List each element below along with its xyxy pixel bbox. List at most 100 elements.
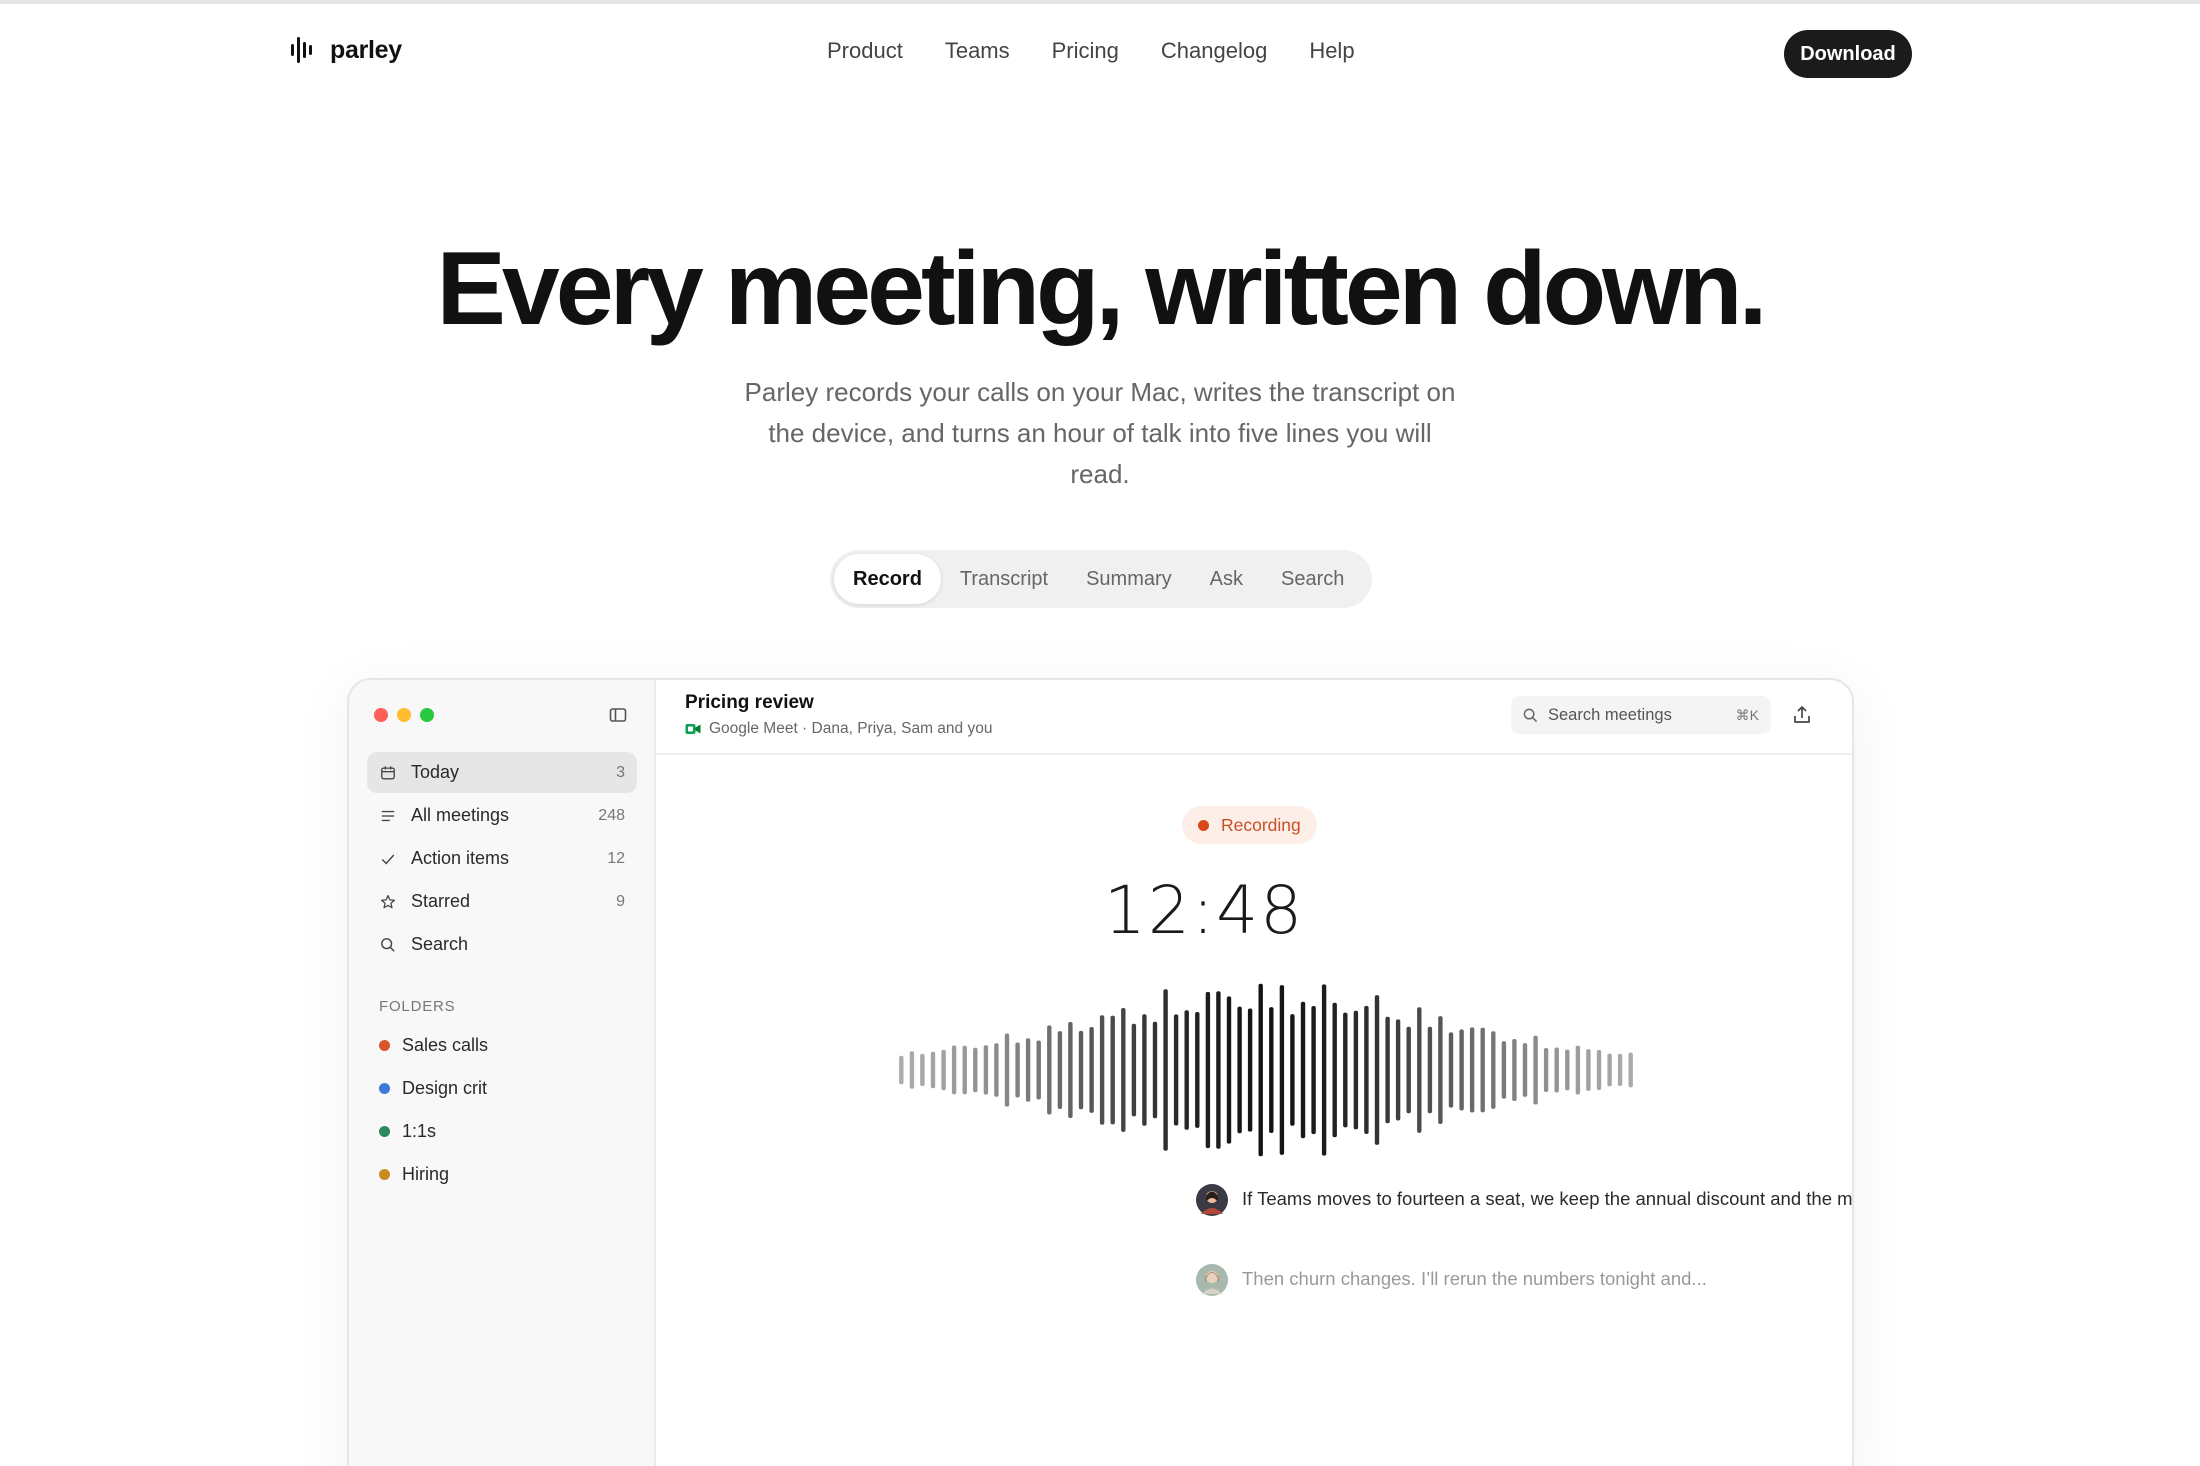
tab-ask[interactable]: Ask bbox=[1191, 554, 1262, 604]
star-icon bbox=[379, 893, 397, 911]
search-input[interactable]: Search meetings ⌘K bbox=[1511, 696, 1771, 734]
sidebar-item-search[interactable]: Search bbox=[367, 924, 637, 965]
waveform-bar bbox=[1628, 1052, 1633, 1088]
folder-list: Sales calls Design crit 1:1s Hiring bbox=[367, 1024, 637, 1196]
sidebar-item-action-items[interactable]: Action items 12 bbox=[367, 838, 637, 879]
sidebar-item-count: 3 bbox=[616, 763, 625, 781]
transcript-line: If Teams moves to fourteen a seat, we ke… bbox=[1196, 1184, 1853, 1216]
tab-record[interactable]: Record bbox=[834, 554, 941, 604]
sidebar: Today 3 All meetings 248 Action items 12 bbox=[349, 680, 656, 1466]
sidebar-item-count: 248 bbox=[598, 806, 625, 824]
google-meet-icon bbox=[685, 724, 701, 734]
main-panel: Pricing review Google Meet · Dana, Priya… bbox=[656, 680, 1852, 1466]
nav-teams[interactable]: Teams bbox=[945, 38, 1010, 64]
logo[interactable]: parley bbox=[290, 34, 402, 66]
waveform-bar bbox=[1099, 1015, 1105, 1125]
folder-color-dot bbox=[379, 1083, 390, 1094]
waveform-bar bbox=[1110, 1015, 1115, 1125]
waveform-bar bbox=[1417, 1007, 1422, 1133]
tab-summary[interactable]: Summary bbox=[1067, 554, 1191, 604]
nav-product[interactable]: Product bbox=[827, 38, 903, 64]
minimize-dot[interactable] bbox=[397, 708, 411, 722]
waveform-bar bbox=[1247, 1008, 1253, 1132]
waveform-bar bbox=[1025, 1038, 1031, 1102]
download-button[interactable]: Download bbox=[1784, 30, 1912, 78]
sidebar-list: Today 3 All meetings 248 Action items 12 bbox=[367, 752, 637, 967]
folder-label: Sales calls bbox=[402, 1035, 489, 1055]
folder-hiring[interactable]: Hiring bbox=[367, 1153, 637, 1196]
waveform-bar bbox=[962, 1045, 967, 1095]
transcript-text: If Teams moves to fourteen a seat, we ke… bbox=[1242, 1188, 1853, 1209]
waveform-bar bbox=[1195, 1012, 1200, 1128]
meeting-participants: Google Meet · Dana, Priya, Sam and you bbox=[709, 720, 993, 737]
folder-label: Hiring bbox=[402, 1164, 450, 1184]
waveform-bar bbox=[1142, 1014, 1147, 1126]
sidebar-item-starred[interactable]: Starred 9 bbox=[367, 881, 637, 922]
close-dot[interactable] bbox=[374, 708, 388, 722]
list-icon bbox=[379, 807, 397, 825]
waveform-bar bbox=[1258, 983, 1263, 1157]
check-icon bbox=[379, 850, 397, 868]
sidebar-item-label: Search bbox=[411, 934, 469, 954]
nav-changelog[interactable]: Changelog bbox=[1161, 38, 1267, 64]
waveform-bar bbox=[1374, 995, 1380, 1145]
waveform-bar bbox=[1163, 989, 1168, 1151]
audio-waveform bbox=[899, 983, 1633, 1157]
app-window: Today 3 All meetings 248 Action items 12 bbox=[347, 678, 1854, 1466]
waveform-bar bbox=[920, 1053, 925, 1086]
transcript-text: Then churn changes. I’ll rerun the numbe… bbox=[1242, 1268, 1707, 1289]
feature-tabs: Record Transcript Summary Ask Search bbox=[830, 550, 1372, 608]
recording-dot-icon bbox=[1198, 819, 1209, 831]
meeting-title: Pricing review bbox=[685, 692, 814, 713]
transcript-line: Then churn changes. I’ll rerun the numbe… bbox=[1196, 1264, 1852, 1296]
folder-sales-calls[interactable]: Sales calls bbox=[367, 1024, 637, 1067]
top-nav: parley Product Teams Pricing Changelog H… bbox=[0, 4, 2200, 104]
waveform-bar bbox=[1565, 1049, 1570, 1091]
waveform-bar bbox=[1068, 1022, 1073, 1118]
folder-1-1s[interactable]: 1:1s bbox=[367, 1110, 637, 1153]
waveform-bar bbox=[1554, 1047, 1559, 1093]
waveform-bar bbox=[1321, 984, 1327, 1156]
meeting-header: Pricing review Google Meet · Dana, Priya… bbox=[656, 680, 1852, 755]
nav-pricing[interactable]: Pricing bbox=[1052, 38, 1119, 64]
waveform-bar bbox=[983, 1045, 989, 1095]
waveform-bar bbox=[1269, 1007, 1274, 1133]
waveform-bar bbox=[1617, 1053, 1623, 1086]
share-icon[interactable] bbox=[1791, 704, 1813, 726]
hero-title: Every meeting, written down. bbox=[436, 231, 1768, 347]
avatar bbox=[1196, 1264, 1228, 1296]
zoom-dot[interactable] bbox=[420, 708, 434, 722]
recording-label: Recording bbox=[1221, 814, 1301, 835]
folder-color-dot bbox=[379, 1126, 390, 1137]
waveform-bar bbox=[1311, 1006, 1316, 1135]
waveform-bar bbox=[1332, 1002, 1337, 1138]
waveform-bar bbox=[1036, 1040, 1041, 1100]
waveform-bar bbox=[1205, 991, 1211, 1149]
sidebar-item-count: 12 bbox=[607, 849, 625, 867]
waveform-bar bbox=[1406, 1026, 1411, 1114]
waveform-bar bbox=[1300, 1001, 1306, 1139]
sidebar-toggle-icon[interactable] bbox=[609, 706, 627, 724]
brand-name: parley bbox=[330, 35, 402, 64]
recording-badge: Recording bbox=[1182, 806, 1317, 844]
nav-help[interactable]: Help bbox=[1309, 38, 1354, 64]
waveform-bar bbox=[1279, 985, 1285, 1155]
waveform-bar bbox=[1152, 1021, 1158, 1119]
main-menu: Product Teams Pricing Changelog Help bbox=[827, 38, 1397, 64]
sidebar-item-today[interactable]: Today 3 bbox=[367, 752, 637, 793]
tab-search[interactable]: Search bbox=[1262, 554, 1363, 604]
waveform-bar bbox=[1089, 1027, 1094, 1113]
folder-design-crit[interactable]: Design crit bbox=[367, 1067, 637, 1110]
window-controls bbox=[374, 708, 434, 722]
avatar bbox=[1196, 1184, 1228, 1216]
waveform-bar bbox=[1469, 1027, 1475, 1113]
folder-color-dot bbox=[379, 1040, 390, 1051]
waveform-bar bbox=[909, 1051, 915, 1089]
tab-transcript[interactable]: Transcript bbox=[941, 554, 1067, 604]
waveform-bar bbox=[1522, 1043, 1528, 1097]
folder-label: Design crit bbox=[402, 1078, 488, 1098]
waveform-bar bbox=[1226, 996, 1232, 1144]
folder-label: 1:1s bbox=[402, 1121, 437, 1141]
sidebar-item-all-meetings[interactable]: All meetings 248 bbox=[367, 795, 637, 836]
waveform-bar bbox=[1448, 1032, 1454, 1108]
